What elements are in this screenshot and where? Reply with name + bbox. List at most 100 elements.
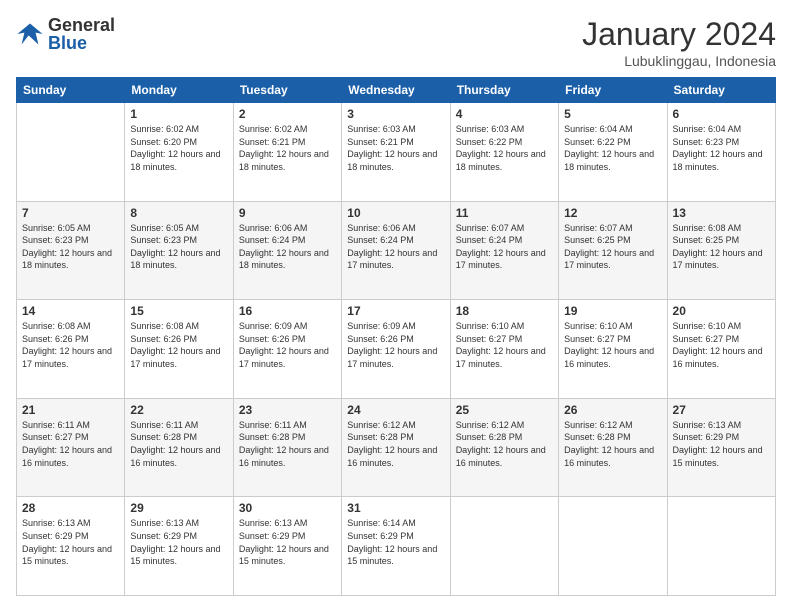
daylight-label: Daylight: 12 hours and 16 minutes. [130,445,220,468]
day-number: 25 [456,403,553,417]
day-number: 3 [347,107,444,121]
day-info: Sunrise: 6:02 AM Sunset: 6:20 PM Dayligh… [130,123,227,173]
sunset-label: Sunset: 6:29 PM [130,531,197,541]
day-number: 24 [347,403,444,417]
daylight-label: Daylight: 12 hours and 17 minutes. [22,346,112,369]
daylight-label: Daylight: 12 hours and 16 minutes. [564,346,654,369]
daylight-label: Daylight: 12 hours and 15 minutes. [347,544,437,567]
day-info: Sunrise: 6:13 AM Sunset: 6:29 PM Dayligh… [130,517,227,567]
calendar-cell: 8 Sunrise: 6:05 AM Sunset: 6:23 PM Dayli… [125,201,233,300]
sunrise-label: Sunrise: 6:10 AM [673,321,742,331]
col-friday: Friday [559,78,667,103]
sunrise-label: Sunrise: 6:10 AM [456,321,525,331]
daylight-label: Daylight: 12 hours and 18 minutes. [347,149,437,172]
sunrise-label: Sunrise: 6:14 AM [347,518,416,528]
day-number: 29 [130,501,227,515]
daylight-label: Daylight: 12 hours and 15 minutes. [130,544,220,567]
day-info: Sunrise: 6:14 AM Sunset: 6:29 PM Dayligh… [347,517,444,567]
calendar-cell: 17 Sunrise: 6:09 AM Sunset: 6:26 PM Dayl… [342,300,450,399]
day-number: 2 [239,107,336,121]
calendar-cell: 27 Sunrise: 6:13 AM Sunset: 6:29 PM Dayl… [667,398,775,497]
daylight-label: Daylight: 12 hours and 18 minutes. [130,149,220,172]
sunset-label: Sunset: 6:24 PM [456,235,523,245]
calendar-cell: 25 Sunrise: 6:12 AM Sunset: 6:28 PM Dayl… [450,398,558,497]
daylight-label: Daylight: 12 hours and 15 minutes. [239,544,329,567]
day-info: Sunrise: 6:09 AM Sunset: 6:26 PM Dayligh… [347,320,444,370]
month-title: January 2024 [582,16,776,53]
day-info: Sunrise: 6:08 AM Sunset: 6:25 PM Dayligh… [673,222,770,272]
calendar-cell: 23 Sunrise: 6:11 AM Sunset: 6:28 PM Dayl… [233,398,341,497]
day-number: 7 [22,206,119,220]
day-info: Sunrise: 6:10 AM Sunset: 6:27 PM Dayligh… [564,320,661,370]
calendar-cell: 5 Sunrise: 6:04 AM Sunset: 6:22 PM Dayli… [559,103,667,202]
sunset-label: Sunset: 6:22 PM [456,137,523,147]
logo-bird-icon [16,20,44,48]
calendar-cell: 12 Sunrise: 6:07 AM Sunset: 6:25 PM Dayl… [559,201,667,300]
day-info: Sunrise: 6:11 AM Sunset: 6:27 PM Dayligh… [22,419,119,469]
sunset-label: Sunset: 6:28 PM [564,432,631,442]
sunrise-label: Sunrise: 6:13 AM [673,420,742,430]
calendar-cell: 3 Sunrise: 6:03 AM Sunset: 6:21 PM Dayli… [342,103,450,202]
sunrise-label: Sunrise: 6:11 AM [239,420,307,430]
page: General Blue January 2024 Lubuklinggau, … [0,0,792,612]
location-subtitle: Lubuklinggau, Indonesia [582,53,776,69]
calendar-cell: 24 Sunrise: 6:12 AM Sunset: 6:28 PM Dayl… [342,398,450,497]
day-number: 11 [456,206,553,220]
weekday-header-row: Sunday Monday Tuesday Wednesday Thursday… [17,78,776,103]
header: General Blue January 2024 Lubuklinggau, … [16,16,776,69]
day-info: Sunrise: 6:13 AM Sunset: 6:29 PM Dayligh… [673,419,770,469]
day-info: Sunrise: 6:04 AM Sunset: 6:22 PM Dayligh… [564,123,661,173]
calendar-cell [17,103,125,202]
calendar-cell: 19 Sunrise: 6:10 AM Sunset: 6:27 PM Dayl… [559,300,667,399]
title-block: January 2024 Lubuklinggau, Indonesia [582,16,776,69]
day-info: Sunrise: 6:12 AM Sunset: 6:28 PM Dayligh… [564,419,661,469]
calendar-cell: 6 Sunrise: 6:04 AM Sunset: 6:23 PM Dayli… [667,103,775,202]
day-number: 10 [347,206,444,220]
calendar-cell: 29 Sunrise: 6:13 AM Sunset: 6:29 PM Dayl… [125,497,233,596]
day-info: Sunrise: 6:09 AM Sunset: 6:26 PM Dayligh… [239,320,336,370]
day-number: 17 [347,304,444,318]
calendar-cell: 1 Sunrise: 6:02 AM Sunset: 6:20 PM Dayli… [125,103,233,202]
sunset-label: Sunset: 6:25 PM [673,235,740,245]
week-row-4: 21 Sunrise: 6:11 AM Sunset: 6:27 PM Dayl… [17,398,776,497]
sunrise-label: Sunrise: 6:07 AM [456,223,525,233]
day-info: Sunrise: 6:13 AM Sunset: 6:29 PM Dayligh… [239,517,336,567]
sunset-label: Sunset: 6:26 PM [22,334,89,344]
calendar-cell: 14 Sunrise: 6:08 AM Sunset: 6:26 PM Dayl… [17,300,125,399]
sunrise-label: Sunrise: 6:05 AM [22,223,91,233]
day-number: 19 [564,304,661,318]
daylight-label: Daylight: 12 hours and 16 minutes. [347,445,437,468]
sunrise-label: Sunrise: 6:04 AM [673,124,742,134]
calendar-cell: 26 Sunrise: 6:12 AM Sunset: 6:28 PM Dayl… [559,398,667,497]
week-row-3: 14 Sunrise: 6:08 AM Sunset: 6:26 PM Dayl… [17,300,776,399]
sunset-label: Sunset: 6:27 PM [564,334,631,344]
day-info: Sunrise: 6:11 AM Sunset: 6:28 PM Dayligh… [239,419,336,469]
sunrise-label: Sunrise: 6:09 AM [239,321,308,331]
daylight-label: Daylight: 12 hours and 17 minutes. [456,248,546,271]
day-info: Sunrise: 6:03 AM Sunset: 6:21 PM Dayligh… [347,123,444,173]
sunset-label: Sunset: 6:28 PM [347,432,414,442]
calendar-cell: 15 Sunrise: 6:08 AM Sunset: 6:26 PM Dayl… [125,300,233,399]
day-info: Sunrise: 6:06 AM Sunset: 6:24 PM Dayligh… [347,222,444,272]
daylight-label: Daylight: 12 hours and 18 minutes. [239,248,329,271]
daylight-label: Daylight: 12 hours and 18 minutes. [22,248,112,271]
day-number: 20 [673,304,770,318]
day-info: Sunrise: 6:08 AM Sunset: 6:26 PM Dayligh… [22,320,119,370]
sunrise-label: Sunrise: 6:03 AM [456,124,525,134]
day-number: 12 [564,206,661,220]
day-number: 21 [22,403,119,417]
col-sunday: Sunday [17,78,125,103]
calendar-cell: 2 Sunrise: 6:02 AM Sunset: 6:21 PM Dayli… [233,103,341,202]
calendar-cell [450,497,558,596]
day-info: Sunrise: 6:10 AM Sunset: 6:27 PM Dayligh… [456,320,553,370]
sunset-label: Sunset: 6:24 PM [347,235,414,245]
calendar-table: Sunday Monday Tuesday Wednesday Thursday… [16,77,776,596]
day-info: Sunrise: 6:03 AM Sunset: 6:22 PM Dayligh… [456,123,553,173]
day-number: 27 [673,403,770,417]
sunrise-label: Sunrise: 6:12 AM [564,420,633,430]
calendar-cell: 28 Sunrise: 6:13 AM Sunset: 6:29 PM Dayl… [17,497,125,596]
calendar-cell [667,497,775,596]
col-monday: Monday [125,78,233,103]
sunrise-label: Sunrise: 6:13 AM [22,518,91,528]
sunset-label: Sunset: 6:28 PM [239,432,306,442]
